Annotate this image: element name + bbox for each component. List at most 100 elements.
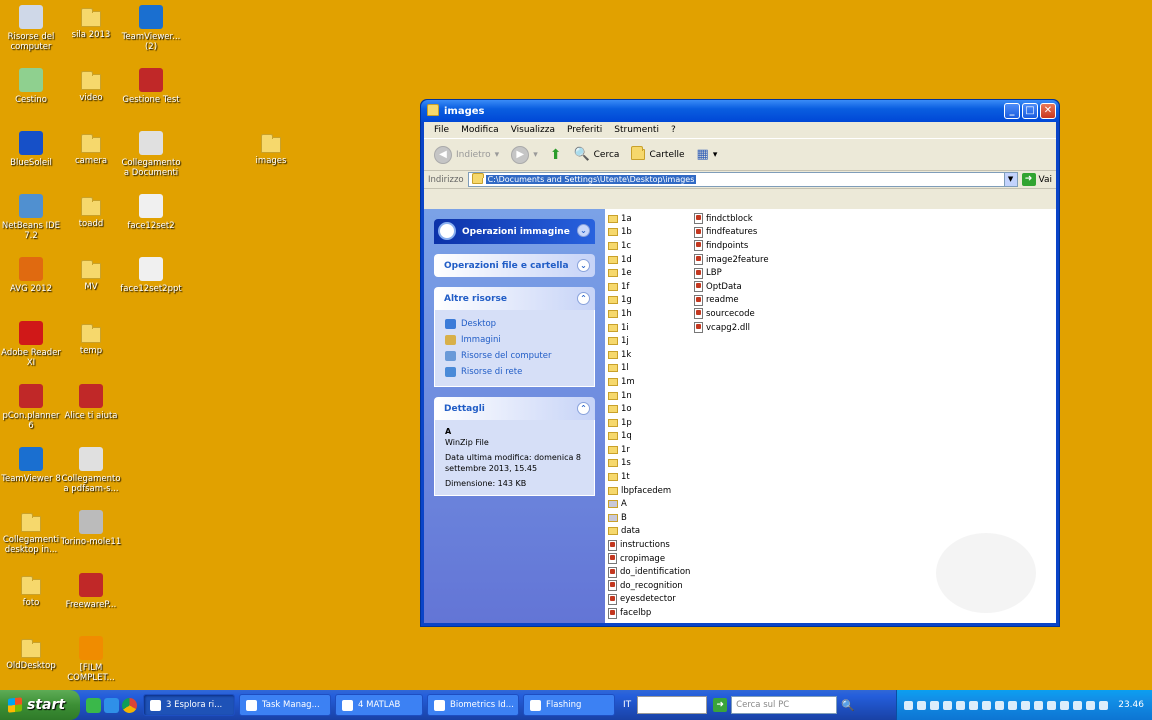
desktop-icon-face12set2[interactable]: face12set2 <box>120 192 182 231</box>
tray-icon[interactable] <box>956 700 966 710</box>
search-button[interactable]: 🔍 Cerca <box>569 145 623 164</box>
file-item[interactable]: 1i <box>608 321 690 335</box>
taskbar-button-biometrics-id-[interactable]: Biometrics Id... <box>427 694 519 716</box>
file-item[interactable]: 1q <box>608 430 690 444</box>
image-tasks-header[interactable]: Operazioni immagine ⌄ <box>434 219 595 244</box>
menu-visualizza[interactable]: Visualizza <box>505 125 561 135</box>
desktop-icon-camera[interactable]: camera <box>60 129 122 166</box>
link-desktop[interactable]: Desktop <box>445 316 584 332</box>
file-item[interactable]: cropimage <box>608 552 690 566</box>
desktop-icon-torino-mole11[interactable]: Torino-mole11 <box>60 508 122 547</box>
file-item[interactable]: image2feature <box>694 253 769 267</box>
file-item[interactable]: sourcecode <box>694 307 769 321</box>
search-input[interactable]: Cerca sul PC <box>731 696 838 714</box>
internet-explorer-icon[interactable] <box>104 697 119 713</box>
file-item[interactable]: findfeatures <box>694 226 769 240</box>
file-item[interactable]: data <box>608 525 690 539</box>
desktop-icon-netbeans-ide-7-2[interactable]: NetBeans IDE 7.2 <box>0 192 62 241</box>
menu-help[interactable]: ? <box>665 125 682 135</box>
file-item[interactable]: 1g <box>608 294 690 308</box>
desktop-icon-foto[interactable]: foto <box>0 571 62 608</box>
file-item[interactable]: OptData <box>694 280 769 294</box>
search-icon[interactable]: 🔍 <box>841 699 855 712</box>
file-item[interactable]: 1a <box>608 212 690 226</box>
desktop-icon-face12set2ppt[interactable]: face12set2ppt <box>120 255 182 294</box>
tray-icon[interactable] <box>1047 700 1057 710</box>
desktop-icon-bluesoleil[interactable]: BlueSoleil <box>0 129 62 168</box>
file-item[interactable]: findpoints <box>694 239 769 253</box>
file-item[interactable]: 1f <box>608 280 690 294</box>
desktop-icon-collegamento-a-documenti[interactable]: Collegamento a Documenti <box>120 129 182 178</box>
tray-icon[interactable] <box>1008 700 1018 710</box>
file-item[interactable]: lbpfacedem <box>608 484 690 498</box>
file-item[interactable]: eyesdetector <box>608 593 690 607</box>
file-item[interactable]: findctblock <box>694 212 769 226</box>
file-item[interactable]: 1h <box>608 307 690 321</box>
file-item[interactable]: 1t <box>608 470 690 484</box>
file-item[interactable]: A <box>608 497 690 511</box>
menu-modifica[interactable]: Modifica <box>455 125 505 135</box>
file-item[interactable]: do_identification <box>608 565 690 579</box>
desktop-icon-toadd[interactable]: toadd <box>60 192 122 229</box>
details-header[interactable]: Dettagli ⌃ <box>434 397 595 420</box>
desktop-icon-sila-2013[interactable]: sila 2013 <box>60 3 122 40</box>
file-item[interactable]: 1j <box>608 334 690 348</box>
file-item[interactable]: 1o <box>608 402 690 416</box>
taskbar-button-3-esplora-ri-[interactable]: 3 Esplora ri... <box>143 694 235 716</box>
tray-icon[interactable] <box>1086 700 1096 710</box>
title-bar[interactable]: images <box>421 100 1059 122</box>
desktop-icon-risorse-del-computer[interactable]: Risorse del computer <box>0 3 62 52</box>
file-item[interactable]: LBP <box>694 266 769 280</box>
chevron-down-icon[interactable]: ▼ <box>1003 173 1017 186</box>
taskbar-button-4-matlab[interactable]: 4 MATLAB <box>335 694 423 716</box>
tray-icon[interactable] <box>930 700 940 710</box>
tray-icon[interactable] <box>969 700 979 710</box>
menu-preferiti[interactable]: Preferiti <box>561 125 608 135</box>
file-item[interactable]: 1p <box>608 416 690 430</box>
file-item[interactable]: 1r <box>608 443 690 457</box>
link-immagini[interactable]: Immagini <box>445 332 584 348</box>
desktop-icon-alice-ti-aiuta[interactable]: Alice ti aiuta <box>60 382 122 421</box>
start-button[interactable]: start <box>0 690 80 720</box>
desktop-icon-temp[interactable]: temp <box>60 319 122 356</box>
link-risorse-di-rete[interactable]: Risorse di rete <box>445 364 584 380</box>
desktop-icon-teamviewer-8[interactable]: TeamViewer 8 <box>0 445 62 484</box>
tray-icon[interactable] <box>917 700 927 710</box>
folders-button[interactable]: Cartelle <box>627 146 688 162</box>
green-arrow-icon[interactable]: ➜ <box>713 698 728 712</box>
show-desktop-icon[interactable] <box>86 697 101 713</box>
desktop-icon-adobe-reader-xi[interactable]: Adobe Reader XI <box>0 319 62 368</box>
chevron-up-icon[interactable]: ⌃ <box>577 402 590 415</box>
taskbar-button-task-manag-[interactable]: Task Manag... <box>239 694 331 716</box>
file-item[interactable]: vcapg2.dll <box>694 321 769 335</box>
desktop-icon-cestino[interactable]: Cestino <box>0 66 62 105</box>
language-indicator[interactable]: IT <box>623 700 631 710</box>
link-risorse-del-computer[interactable]: Risorse del computer <box>445 348 584 364</box>
up-folder-button[interactable]: ⬆ <box>546 145 566 165</box>
desktop-icon-olddesktop[interactable]: OldDesktop <box>0 634 62 671</box>
tray-icon[interactable] <box>1073 700 1083 710</box>
tray-icon[interactable] <box>982 700 992 710</box>
file-item[interactable]: 1m <box>608 375 690 389</box>
desktop-icon-teamviewer-2-[interactable]: TeamViewer... (2) <box>120 3 182 52</box>
chevron-up-icon[interactable]: ⌃ <box>577 292 590 305</box>
desktop-icon-collegamento-a-pdfsam-s-[interactable]: Collegamento a pdfsam-s... <box>60 445 122 494</box>
desktop-icon-avg-2012[interactable]: AVG 2012 <box>0 255 62 294</box>
file-item[interactable]: B <box>608 511 690 525</box>
desktop-icon-freewarep-[interactable]: FreewareP... <box>60 571 122 610</box>
minimize-button[interactable]: _ <box>1004 103 1020 119</box>
back-button[interactable]: ◀ Indietro ▾ <box>430 144 503 166</box>
go-button[interactable]: ➜ Vai <box>1021 173 1052 186</box>
file-item[interactable]: 1b <box>608 226 690 240</box>
chevron-down-icon[interactable]: ⌄ <box>577 259 590 272</box>
desktop-icon-pcon-planner-6[interactable]: pCon.planner 6 <box>0 382 62 431</box>
menu-strumenti[interactable]: Strumenti <box>608 125 665 135</box>
tray-icon[interactable] <box>995 700 1005 710</box>
file-item[interactable]: 1n <box>608 389 690 403</box>
file-item[interactable]: readme <box>694 294 769 308</box>
file-item[interactable]: 1k <box>608 348 690 362</box>
desktop-icon-mv[interactable]: MV <box>60 255 122 292</box>
menu-file[interactable]: File <box>428 125 455 135</box>
file-item[interactable]: 1s <box>608 457 690 471</box>
tray-icon[interactable] <box>1034 700 1044 710</box>
